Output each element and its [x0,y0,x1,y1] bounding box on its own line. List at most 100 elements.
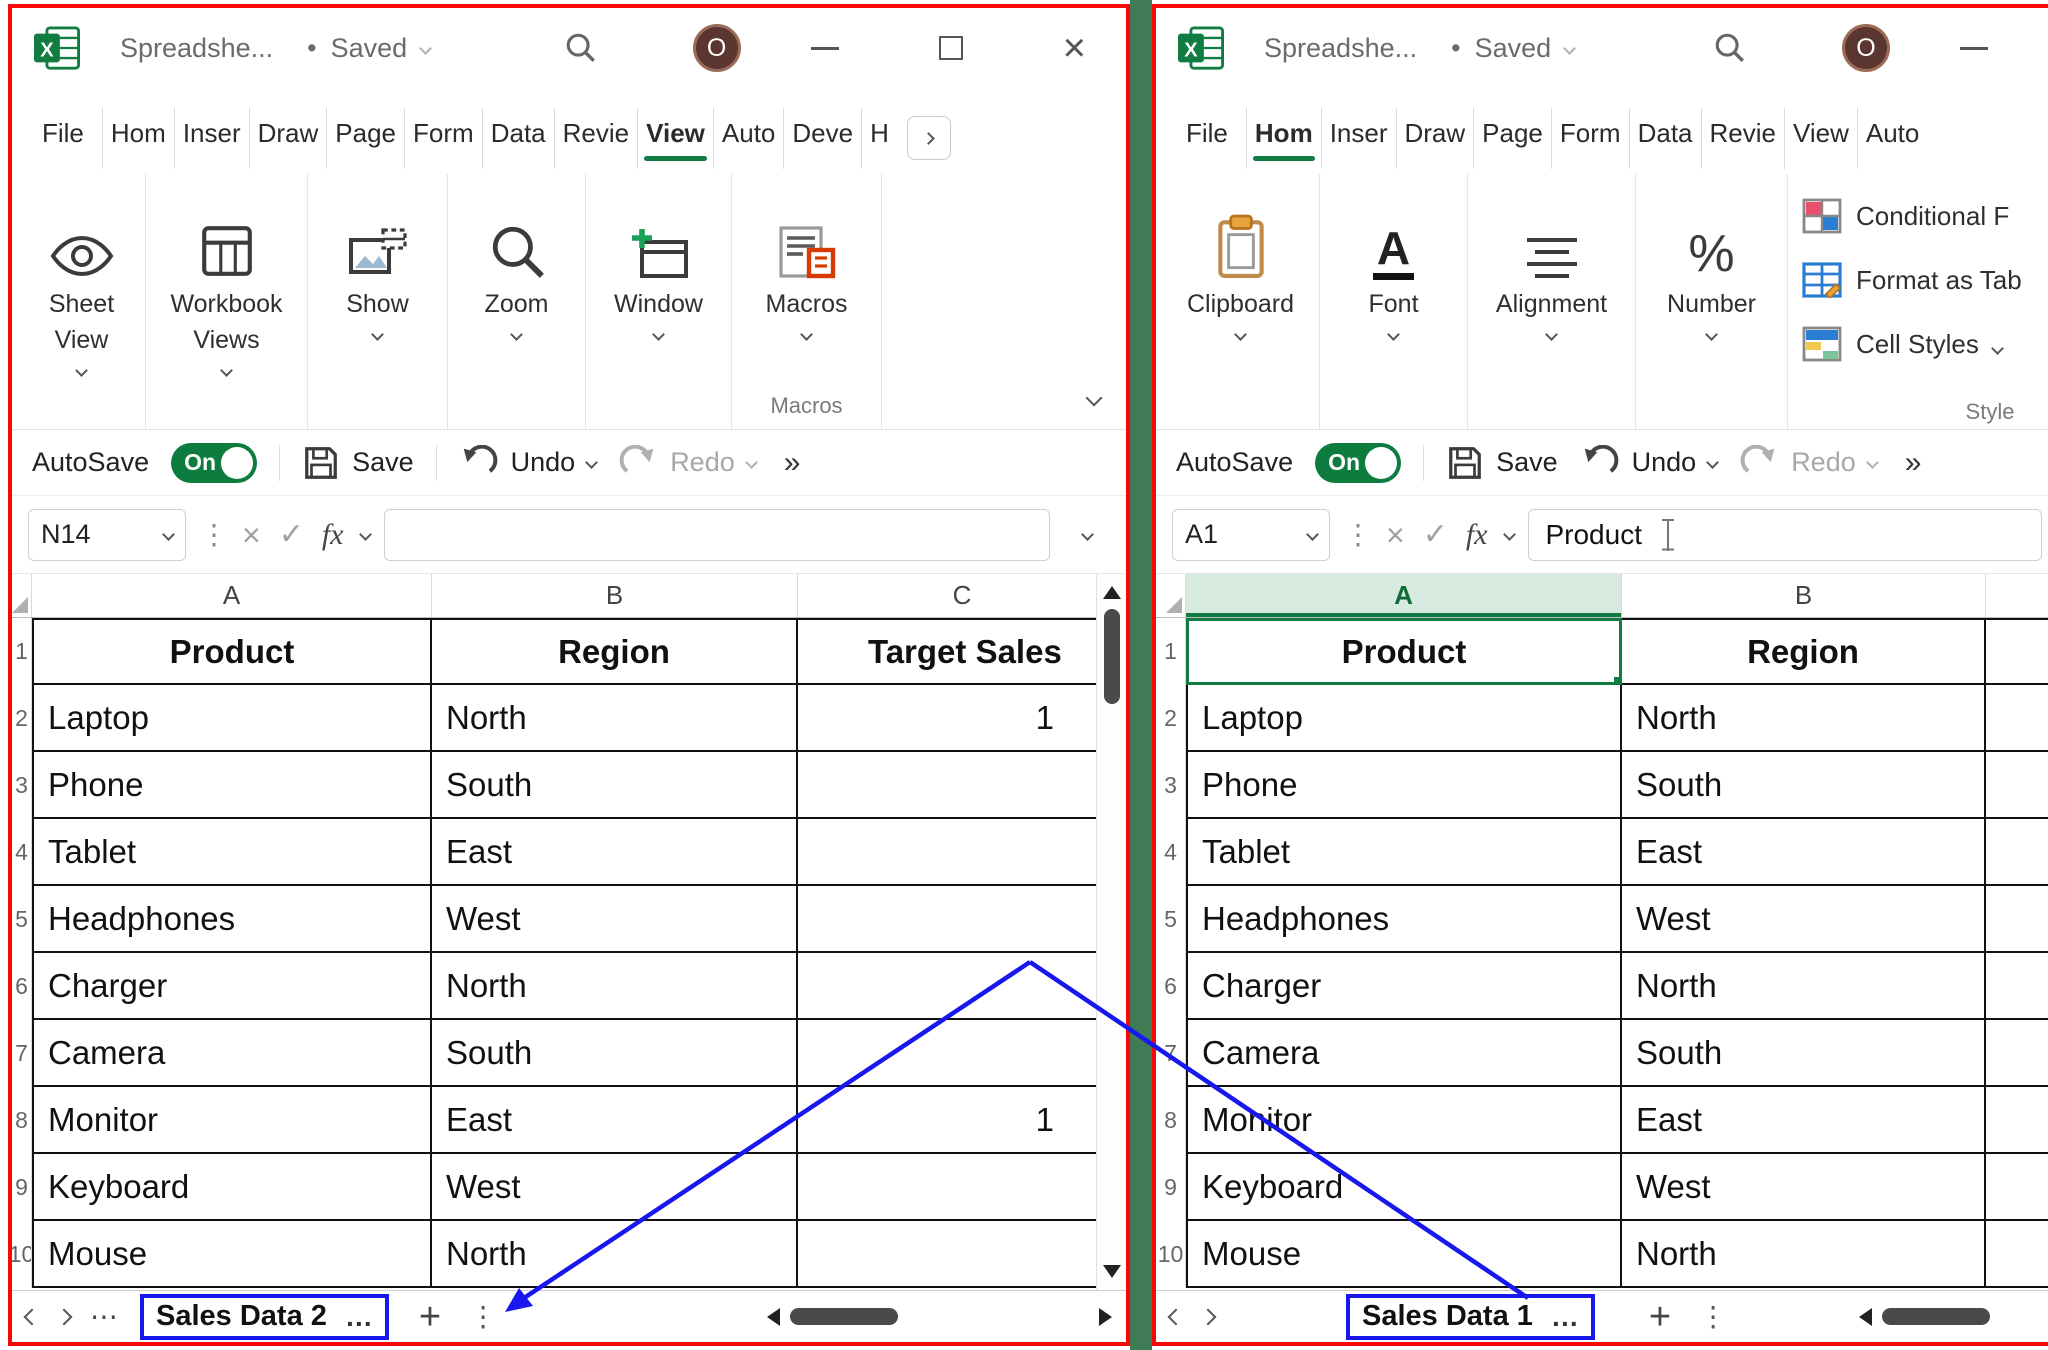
region-cell[interactable]: South [432,752,798,819]
minimize-icon[interactable] [811,47,839,50]
search-icon[interactable] [1713,31,1747,65]
window-button[interactable]: Window [586,174,732,429]
previous-sheet-icon[interactable] [24,1308,41,1325]
tab-page-layout[interactable]: Page [1473,108,1551,169]
row-header[interactable]: 2 [12,685,32,752]
row-header[interactable]: 8 [1156,1087,1186,1154]
horizontal-scrollbar[interactable] [767,1308,1112,1326]
alignment-button[interactable]: Alignment [1468,174,1636,429]
sheet-view-button[interactable]: Sheet View [18,174,146,429]
row-header[interactable]: 5 [12,886,32,953]
row-header[interactable]: 3 [12,752,32,819]
search-icon[interactable] [564,31,598,65]
row-header[interactable]: 9 [1156,1154,1186,1221]
row-header[interactable]: 4 [1156,819,1186,886]
cancel-icon[interactable]: × [242,519,261,551]
sheet-tab-sales-data-2[interactable]: Sales Data 2 … [140,1294,389,1340]
product-cell[interactable]: Monitor [1186,1087,1622,1154]
undo-button[interactable]: Undo [459,445,597,481]
product-cell[interactable]: Laptop [1186,685,1622,752]
macros-button[interactable]: Macros Macros [732,174,882,429]
tab-page-layout[interactable]: Page [326,108,404,169]
undo-button[interactable]: Undo [1580,445,1718,481]
workbook-views-button[interactable]: Workbook Views [146,174,308,429]
product-cell[interactable]: Camera [1186,1020,1622,1087]
cancel-icon[interactable]: × [1386,519,1405,551]
empty-cell[interactable] [1986,819,2048,886]
target-sales-cell[interactable] [798,819,1126,886]
column-header-c[interactable]: C [798,574,1126,617]
product-cell[interactable]: Monitor [32,1087,432,1154]
target-sales-cell[interactable] [798,1221,1126,1288]
product-cell[interactable]: Keyboard [32,1154,432,1221]
tab-developer[interactable]: Deve [783,108,861,169]
tab-formulas[interactable]: Form [404,108,482,169]
scroll-right-icon[interactable] [1099,1308,1112,1326]
select-all-corner[interactable] [1156,574,1186,617]
empty-cell[interactable] [1986,1154,2048,1221]
empty-cell[interactable] [1986,685,2048,752]
product-cell[interactable]: Camera [32,1020,432,1087]
save-button[interactable]: Save [302,444,414,482]
insert-function-icon[interactable]: fx [1466,518,1488,552]
region-cell[interactable]: North [1622,953,1986,1020]
row-header[interactable]: 10 [1156,1221,1186,1288]
tab-view[interactable]: View [637,108,713,169]
next-sheet-icon[interactable] [56,1308,73,1325]
tab-file[interactable]: File [26,108,102,169]
conditional-formatting-button[interactable]: Conditional F [1802,184,2009,248]
row-header[interactable]: 6 [1156,953,1186,1020]
row-header[interactable]: 3 [1156,752,1186,819]
product-cell[interactable]: Mouse [32,1221,432,1288]
region-cell[interactable]: North [432,1221,798,1288]
horizontal-scrollbar[interactable] [1859,1308,2044,1326]
row-header[interactable]: 4 [12,819,32,886]
account-avatar[interactable]: O [693,24,741,72]
target-sales-cell[interactable] [798,752,1126,819]
product-cell[interactable]: Keyboard [1186,1154,1622,1221]
region-cell[interactable]: North [432,685,798,752]
close-icon[interactable]: × [1063,28,1086,68]
region-cell[interactable]: North [432,953,798,1020]
region-cell[interactable]: North [1622,1221,1986,1288]
tab-view[interactable]: View [1784,108,1857,169]
cell-styles-button[interactable]: Cell Styles [1802,312,2002,376]
tab-review[interactable]: Revie [1701,108,1784,169]
tab-file[interactable]: File [1170,108,1246,169]
region-cell[interactable]: West [1622,886,1986,953]
horizontal-scrollbar-thumb[interactable] [1882,1308,1990,1325]
row-header[interactable]: 7 [12,1020,32,1087]
product-cell[interactable]: Charger [1186,953,1622,1020]
enter-icon[interactable]: ✓ [1423,520,1448,550]
redo-button[interactable]: Redo [1739,445,1877,481]
column-header-c[interactable] [1986,574,2048,617]
tab-data[interactable]: Data [1629,108,1701,169]
product-cell[interactable]: Laptop [32,685,432,752]
expand-formula-bar-icon[interactable] [1064,530,1110,539]
new-sheet-button[interactable]: + [1649,1298,1671,1336]
region-cell[interactable]: South [432,1020,798,1087]
insert-function-icon[interactable]: fx [322,518,344,552]
minimize-icon[interactable] [1960,47,1988,50]
clipboard-button[interactable]: Clipboard [1162,174,1320,429]
product-cell[interactable]: Headphones [32,886,432,953]
header-cell-c[interactable] [1986,618,2048,685]
horizontal-scrollbar-thumb[interactable] [790,1308,898,1325]
row-header[interactable]: 8 [12,1087,32,1154]
product-cell[interactable]: Phone [32,752,432,819]
region-cell[interactable]: South [1622,752,1986,819]
scroll-down-icon[interactable] [1103,1265,1121,1278]
region-cell[interactable]: North [1622,685,1986,752]
row-header-1[interactable]: 1 [12,618,32,685]
new-sheet-button[interactable]: + [419,1298,441,1336]
target-sales-cell[interactable]: 1 [798,685,1126,752]
row-header[interactable]: 6 [12,953,32,1020]
saved-status[interactable]: • Saved [307,33,430,64]
sheet-list-dots[interactable]: ⋯ [90,1300,120,1333]
product-cell[interactable]: Headphones [1186,886,1622,953]
empty-cell[interactable] [1986,953,2048,1020]
font-button[interactable]: A Font [1320,174,1468,429]
header-cell-product[interactable]: Product [32,618,432,685]
tab-automate[interactable]: Auto [713,108,784,169]
enter-icon[interactable]: ✓ [279,520,304,550]
